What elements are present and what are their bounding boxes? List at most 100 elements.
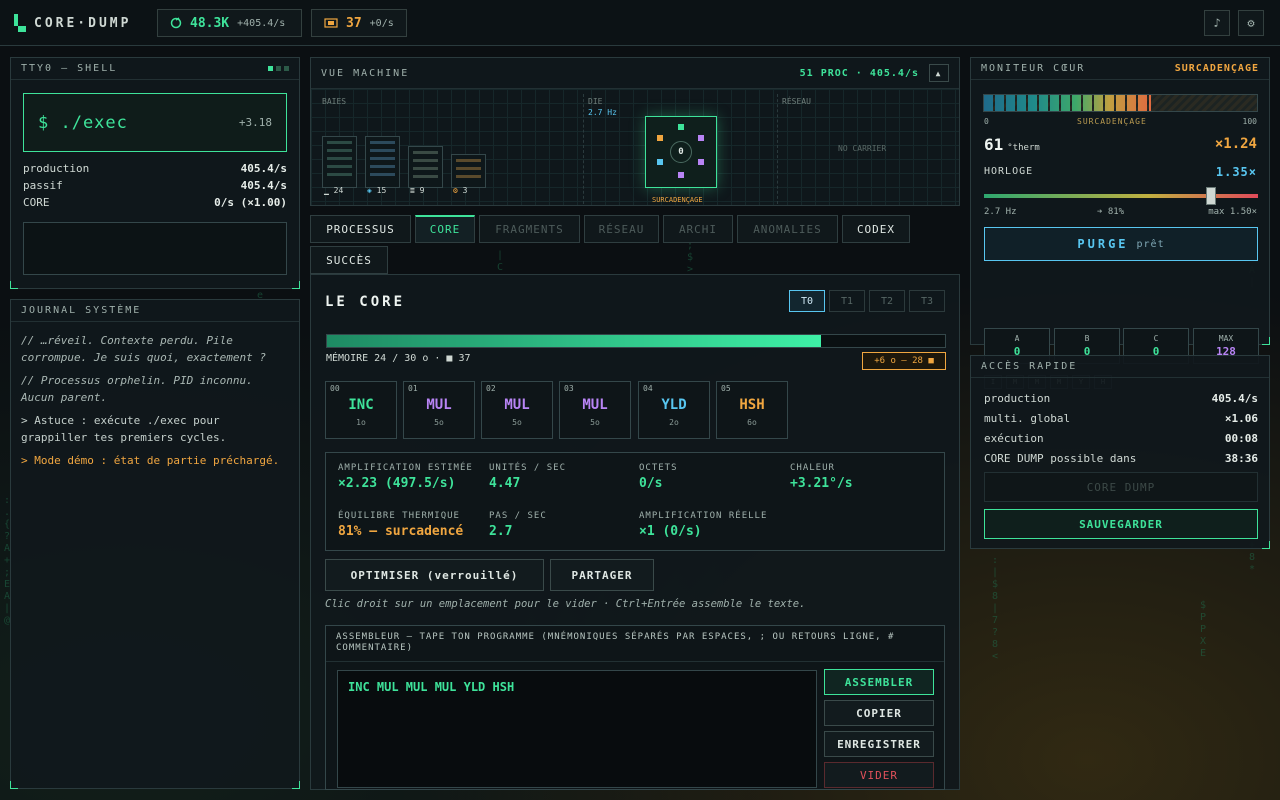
instruction-slot[interactable]: 02 MUL 5o	[481, 381, 553, 439]
heat-gauge-fill	[984, 95, 1151, 111]
shell-stat-row: passif 405.4/s	[23, 179, 287, 192]
chip-icon	[324, 18, 338, 28]
core-dump-button[interactable]: CORE DUMP	[984, 472, 1258, 502]
cpu-chip[interactable]: 0	[645, 116, 717, 188]
core-unit	[698, 135, 704, 141]
rack-icon: ▁	[324, 186, 329, 195]
register-label: C	[1153, 334, 1159, 343]
memory-bar	[326, 334, 946, 348]
quick-value: ×1.06	[1224, 412, 1258, 425]
save-program-label: ENREGISTRER	[837, 737, 921, 751]
tier-t0-button[interactable]: T0	[789, 290, 825, 312]
copy-label: COPIER	[856, 706, 902, 720]
tab-codex[interactable]: CODEX	[842, 215, 910, 243]
server-rack[interactable]	[322, 136, 357, 188]
clock-slider-thumb[interactable]	[1206, 187, 1217, 205]
stat-label: ÉQUILIBRE THERMIQUE	[338, 511, 460, 521]
shell-stat-row: production 405.4/s	[23, 162, 287, 175]
tab-succes[interactable]: SUCCÈS	[310, 246, 388, 274]
monitor-title-bar: MONITEUR CŒUR SURCADENÇAGE	[971, 58, 1269, 80]
tab-archi[interactable]: ARCHI	[663, 215, 733, 243]
stat-equilibre-thermique: ÉQUILIBRE THERMIQUE 81% — surcadencé	[338, 511, 463, 539]
assembler-input[interactable]: INC MUL MUL MUL YLD HSH	[337, 670, 817, 788]
purge-button[interactable]: PURGE prêt	[984, 227, 1258, 261]
app-logo: CORE·DUMP	[14, 14, 131, 32]
tier-t1-button[interactable]: T1	[829, 290, 865, 312]
tier-t3-button[interactable]: T3	[909, 290, 945, 312]
assemble-button[interactable]: ASSEMBLER	[824, 669, 934, 695]
server-rack[interactable]	[451, 154, 486, 188]
stat-label: OCTETS	[639, 463, 678, 473]
journal-line: // …réveil. Contexte perdu. Pile corromp…	[21, 334, 267, 364]
tab-reseau[interactable]: RÉSEAU	[584, 215, 659, 243]
rack-count: ▁ 24	[324, 186, 343, 195]
stat-label: PAS / SEC	[489, 511, 547, 521]
save-game-label: SAUVEGARDER	[1079, 517, 1163, 531]
journal-title: JOURNAL SYSTÈME	[21, 305, 142, 316]
instruction-slot[interactable]: 04 YLD 2o	[638, 381, 710, 439]
save-game-button[interactable]: SAUVEGARDER	[984, 509, 1258, 539]
stat-label: CORE	[23, 196, 50, 209]
stat-pas-sec: PAS / SEC 2.7	[489, 511, 547, 539]
monitor-title: MONITEUR CŒUR	[981, 63, 1086, 74]
stat-value: ×1 (0/s)	[639, 524, 702, 539]
core-unit	[657, 135, 663, 141]
clock-max: max 1.50×	[1208, 207, 1257, 217]
cycles-value: 48.3K	[190, 15, 230, 31]
instruction-slot[interactable]: 05 HSH 6o	[716, 381, 788, 439]
settings-button[interactable]: ⚙	[1238, 10, 1264, 36]
die-frequency: 2.7 Hz	[588, 108, 617, 117]
clock-mid: ➔ 81%	[1097, 207, 1125, 217]
purge-label: PURGE	[1077, 237, 1129, 251]
instruction-slot[interactable]: 01 MUL 5o	[403, 381, 475, 439]
core-unit	[657, 159, 663, 165]
stat-value: 405.4/s	[240, 179, 287, 192]
register-label: MAX	[1218, 334, 1234, 343]
core-stats-box: AMPLIFICATION ESTIMÉE ×2.23 (497.5/s) UNI…	[325, 452, 945, 551]
panel-corner	[1262, 541, 1270, 549]
stat-value: 4.47	[489, 476, 521, 491]
share-button[interactable]: PARTAGER	[550, 559, 654, 591]
tab-fragments[interactable]: FRAGMENTS	[479, 215, 580, 243]
chevron-up-icon: ▲	[935, 68, 943, 78]
collapse-button[interactable]: ▲	[929, 64, 949, 82]
clear-button[interactable]: VIDER	[824, 762, 934, 788]
no-carrier-label: NO CARRIER	[838, 144, 887, 153]
tab-processus[interactable]: PROCESSUS	[310, 215, 411, 243]
refresh-icon	[170, 17, 182, 29]
tier-t2-button[interactable]: T2	[869, 290, 905, 312]
tab-label: CORE	[429, 223, 461, 236]
rack-count-value: 15	[376, 186, 387, 195]
slot-size: 1o	[356, 418, 366, 427]
slot-size: 5o	[590, 418, 600, 427]
copy-button[interactable]: COPIER	[824, 700, 934, 726]
exec-button[interactable]: $ ./exec +3.18	[23, 93, 287, 152]
heat-scale-max: 100	[1242, 117, 1257, 126]
heat-gauge	[983, 94, 1258, 112]
instruction-slot[interactable]: 03 MUL 5o	[559, 381, 631, 439]
panel-corner	[292, 781, 300, 789]
matrix-rain: | C	[496, 250, 504, 273]
quick-access-panel: ACCÈS RAPIDE production 405.4/s multi. gl…	[970, 355, 1270, 549]
quick-value: 405.4/s	[1211, 392, 1258, 405]
optimize-button[interactable]: OPTIMISER (verrouillé)	[325, 559, 544, 591]
music-button[interactable]: ♪	[1204, 10, 1230, 36]
slot-mnemonic: MUL	[582, 397, 608, 413]
rack-icon: ⚙	[453, 186, 458, 195]
server-rack[interactable]	[365, 136, 400, 188]
save-program-button[interactable]: ENREGISTRER	[824, 731, 934, 757]
assembler-title: ASSEMBLEUR — TAPE TON PROGRAMME (MNÉMONI…	[326, 626, 944, 662]
slot-mnemonic: HSH	[739, 397, 765, 413]
heat-scale-mid: SURCADENÇAGE	[1077, 117, 1147, 126]
rack-count: ⚙ 3	[453, 186, 467, 195]
tab-anomalies[interactable]: ANOMALIES	[737, 215, 838, 243]
tab-label: PROCESSUS	[326, 222, 395, 236]
music-note-icon: ♪	[1213, 16, 1221, 30]
shell-indicator	[268, 66, 289, 71]
core-dump-label: CORE DUMP	[1086, 480, 1156, 494]
rack-icon: ◈	[367, 186, 372, 195]
tab-core[interactable]: CORE	[415, 215, 475, 243]
instruction-slot[interactable]: 00 INC 1o	[325, 381, 397, 439]
clock-slider[interactable]	[984, 187, 1258, 205]
server-rack[interactable]	[408, 146, 443, 188]
